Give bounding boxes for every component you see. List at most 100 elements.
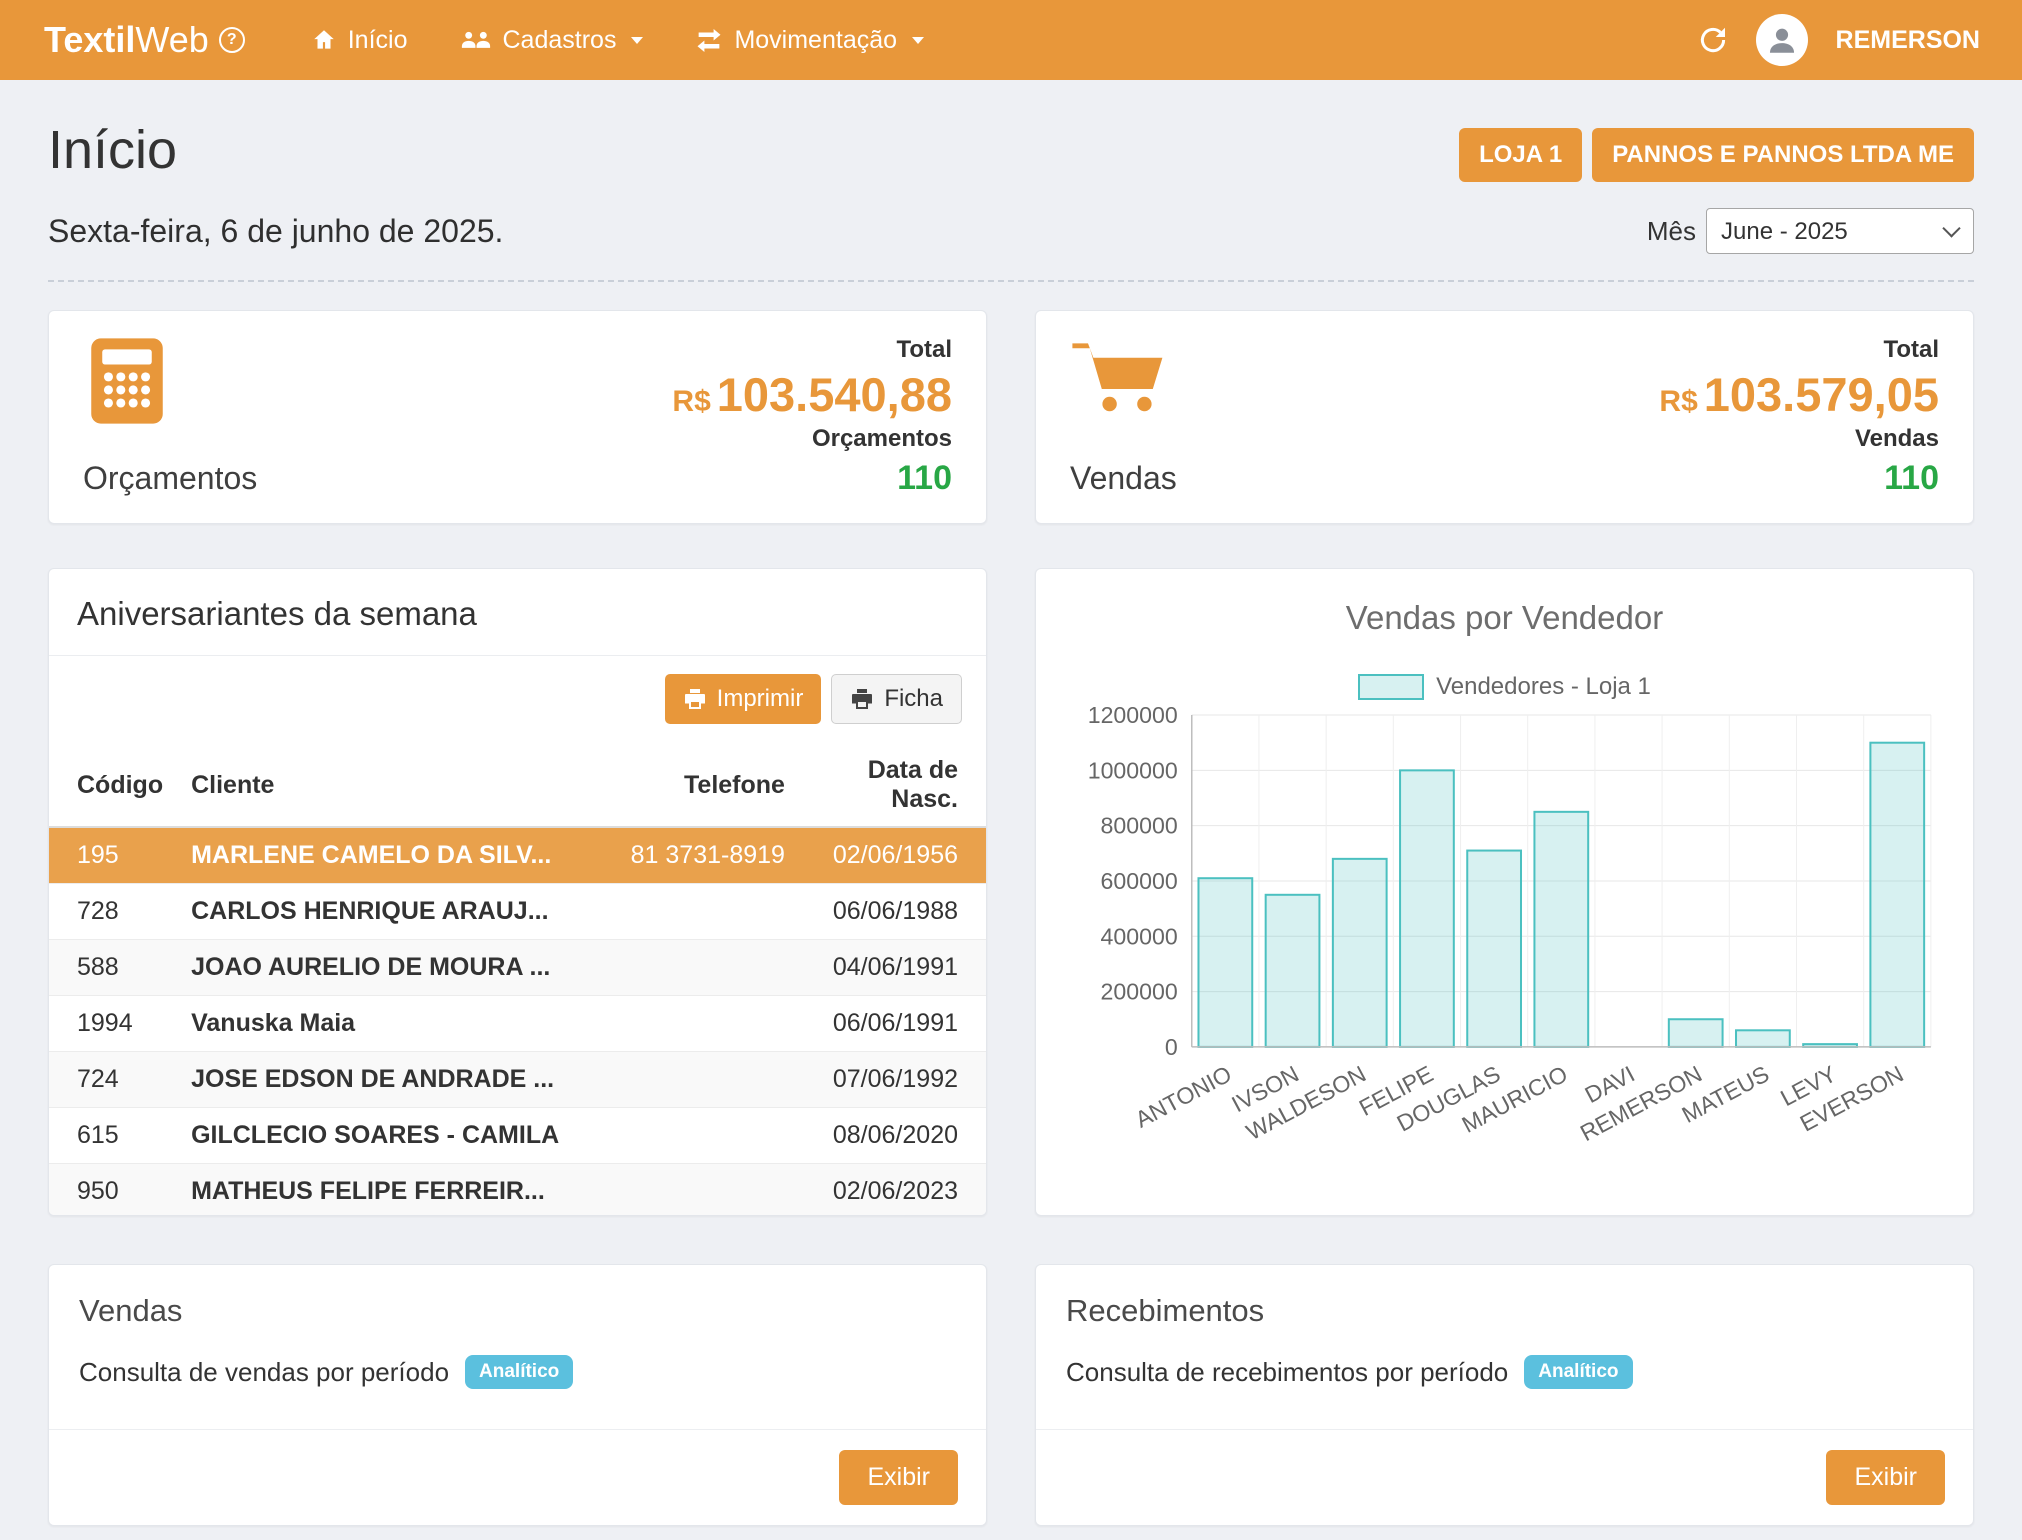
panel-title-vendas: Vendas [79,1293,956,1329]
svg-text:1000000: 1000000 [1088,757,1178,783]
count-label: Orçamentos [672,425,952,453]
cell-codigo: 1994 [49,996,177,1052]
count-value: 110 [1659,459,1939,498]
table-row[interactable]: 588JOAO AURELIO DE MOURA ... 04/06/1991 [49,940,986,996]
table-row[interactable]: 950MATHEUS FELIPE FERREIR... 02/06/2023 [49,1164,986,1217]
brand-light: Web [135,19,208,61]
chevron-down-icon [912,37,924,44]
cell-codigo: 588 [49,940,177,996]
printer-icon [683,687,707,711]
printer-icon [850,687,874,711]
cell-data: 02/06/1956 [799,827,986,884]
cell-telefone [603,884,799,940]
svg-text:800000: 800000 [1101,813,1178,839]
column-header: Código [49,744,177,827]
exibir-recebimentos-button[interactable]: Exibir [1826,1450,1945,1505]
user-name[interactable]: REMERSON [1836,26,1980,55]
cell-data: 02/06/2023 [799,1164,986,1217]
recebimentos-report-panel: Recebimentos Consulta de recebimentos po… [1035,1264,1974,1526]
cell-cliente: MARLENE CAMELO DA SILV... [177,827,603,884]
table-row[interactable]: 724JOSE EDSON DE ANDRADE ...07/06/1992 [49,1052,986,1108]
bar-chart: 020000040000060000080000010000001200000A… [1036,705,1973,1156]
cell-telefone [603,996,799,1052]
column-header: Cliente [177,744,603,827]
print-button[interactable]: Imprimir [665,674,822,724]
cell-cliente: MATHEUS FELIPE FERREIR... [177,1164,603,1217]
legend-label: Vendedores - Loja 1 [1436,673,1651,701]
nav-cadastros[interactable]: Cadastros [460,26,644,55]
brand-bold: Textil [44,19,135,61]
sales-chart-panel: Vendas por Vendedor Vendedores - Loja 1 … [1035,568,1974,1216]
birthdays-table: Código Cliente Telefone Data de Nasc. 19… [49,744,986,1216]
exibir-vendas-button[interactable]: Exibir [839,1450,958,1505]
total-value: R$103.540,88 [672,370,952,419]
table-row[interactable]: 195MARLENE CAMELO DA SILV...81 3731-8919… [49,827,986,884]
nav-inicio[interactable]: Início [311,26,408,55]
cell-data: 06/06/1988 [799,884,986,940]
table-row[interactable]: 1994Vanuska Maia06/06/1991 [49,996,986,1052]
svg-text:0: 0 [1165,1034,1178,1060]
nav-movimentacao-label: Movimentação [734,26,897,55]
svg-text:400000: 400000 [1101,923,1178,949]
table-row[interactable]: 615GILCLECIO SOARES - CAMILA 08/06/2020 [49,1108,986,1164]
cell-codigo: 950 [49,1164,177,1217]
total-label: Total [1659,336,1939,364]
exchange-icon [695,29,723,52]
home-icon [311,27,337,53]
chart-title: Vendas por Vendedor [1036,569,1973,643]
svg-text:1200000: 1200000 [1088,705,1178,728]
main-content: Início LOJA 1 PANNOS E PANNOS LTDA ME Se… [0,80,2022,1526]
card-label-orcamentos: Orçamentos [83,460,257,497]
cell-cliente: JOAO AURELIO DE MOURA ... [177,940,603,996]
birthdays-title: Aniversariantes da semana [49,569,986,656]
table-row[interactable]: 728CARLOS HENRIQUE ARAUJ... 06/06/1988 [49,884,986,940]
column-header: Telefone [603,744,799,827]
total-value: R$103.579,05 [1659,370,1939,419]
person-icon [1765,23,1799,57]
ficha-button[interactable]: Ficha [831,674,962,724]
store-button[interactable]: LOJA 1 [1459,128,1582,182]
cart-icon [1070,337,1166,417]
cell-data: 07/06/1992 [799,1052,986,1108]
birthday-table-body: 195MARLENE CAMELO DA SILV...81 3731-8919… [49,827,986,1216]
cell-codigo: 728 [49,884,177,940]
cell-cliente: Vanuska Maia [177,996,603,1052]
panel-description: Consulta de vendas por período [79,1357,449,1388]
chart-legend[interactable]: Vendedores - Loja 1 [1036,673,1973,701]
users-icon [460,29,492,52]
cell-cliente: CARLOS HENRIQUE ARAUJ... [177,884,603,940]
company-button[interactable]: PANNOS E PANNOS LTDA ME [1592,128,1974,182]
nav-cadastros-label: Cadastros [503,26,617,55]
cell-telefone: 81 3731-8919 [603,827,799,884]
cell-codigo: 724 [49,1052,177,1108]
cell-codigo: 615 [49,1108,177,1164]
cell-data: 04/06/1991 [799,940,986,996]
cell-cliente: GILCLECIO SOARES - CAMILA [177,1108,603,1164]
nav-movimentacao[interactable]: Movimentação [695,26,924,55]
cell-telefone [603,1108,799,1164]
svg-text:200000: 200000 [1101,979,1178,1005]
page-title: Início [48,119,177,181]
vendas-card: Vendas Total R$103.579,05 Vendas 110 [1035,310,1974,524]
user-avatar[interactable] [1756,14,1808,66]
count-value: 110 [672,459,952,498]
date-text: Sexta-feira, 6 de junho de 2025. [48,213,503,250]
cell-codigo: 195 [49,827,177,884]
birthdays-panel: Aniversariantes da semana Imprimir Ficha… [48,568,987,1216]
nav-inicio-label: Início [348,26,408,55]
column-header: Data de Nasc. [799,744,986,827]
calculator-icon [83,337,171,425]
chevron-down-icon [631,37,643,44]
month-label: Mês [1647,216,1696,247]
legend-swatch-icon [1358,674,1424,700]
status-badge: Analítico [1524,1355,1632,1389]
panel-description: Consulta de recebimentos por período [1066,1357,1508,1388]
help-icon[interactable]: ? [219,27,245,53]
refresh-button[interactable] [1698,25,1728,55]
month-select[interactable]: June - 2025 [1706,208,1974,254]
app-logo[interactable]: TextilWeb ? [44,19,245,61]
cell-data: 08/06/2020 [799,1108,986,1164]
total-label: Total [672,336,952,364]
count-label: Vendas [1659,425,1939,453]
cell-telefone [603,1164,799,1217]
